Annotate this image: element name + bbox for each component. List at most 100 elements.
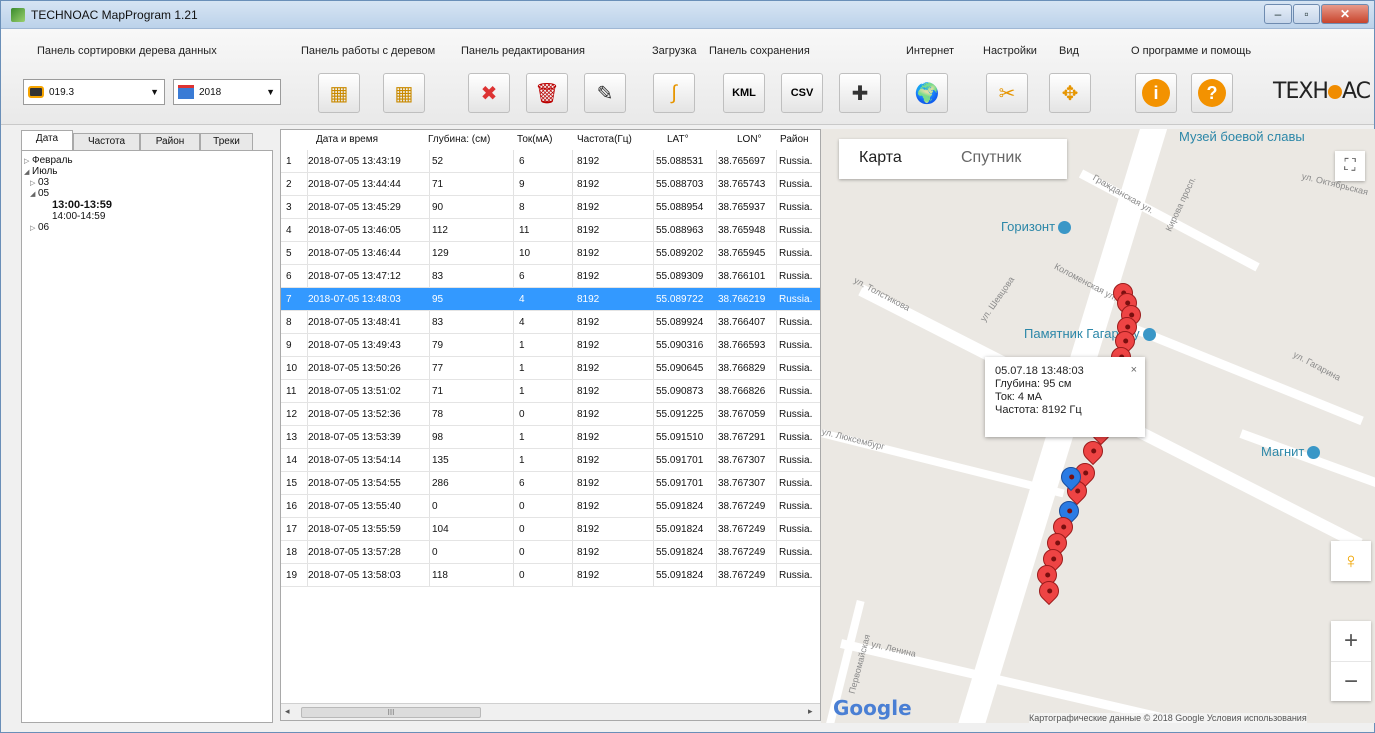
cell-lat: 55.090873 — [656, 386, 704, 397]
tree-node[interactable]: 14:00-14:59 — [22, 211, 272, 222]
cell-region: Russia. — [779, 524, 813, 535]
save-kml-button[interactable]: KML — [723, 73, 765, 113]
scroll-left-icon[interactable]: ◂ — [285, 706, 290, 717]
cell-cur: 4 — [519, 294, 525, 305]
horizontal-scrollbar[interactable]: ◂ III ▸ — [281, 703, 820, 720]
col-region[interactable]: Район — [780, 134, 820, 145]
table-row[interactable]: 3 2018-07-05 13:45:29 90 8 8192 55.088954 38.7… — [281, 196, 820, 219]
col-datetime[interactable]: Дата и время — [316, 134, 406, 145]
fullscreen-button[interactable]: ⛶ — [1335, 151, 1365, 181]
load-button[interactable]: ∫ — [653, 73, 695, 113]
cell-lon: 38.765743 — [718, 179, 766, 190]
tree-expand-button[interactable]: ▦ — [318, 73, 360, 113]
save-csv-button[interactable]: CSV — [781, 73, 823, 113]
col-current[interactable]: Ток(мА) — [517, 134, 572, 145]
close-button[interactable]: ✕ — [1321, 4, 1369, 24]
poi-magnit[interactable]: Магнит — [1261, 444, 1321, 460]
table-row[interactable]: 8 2018-07-05 13:48:41 83 4 8192 55.089924 38.7… — [281, 311, 820, 334]
map-attribution[interactable]: Картографические данные © 2018 Google Ус… — [1029, 713, 1307, 723]
table-row[interactable]: 17 2018-07-05 13:55:59 104 0 8192 55.091824 38… — [281, 518, 820, 541]
zoom-in-button[interactable]: + — [1331, 621, 1371, 661]
tree-node[interactable]: ▷ Февраль — [22, 155, 272, 166]
table-row[interactable]: 5 2018-07-05 13:46:44 129 10 8192 55.089202 38… — [281, 242, 820, 265]
table-row[interactable]: 18 2018-07-05 13:57:28 0 0 8192 55.091824 38.7… — [281, 541, 820, 564]
table-row[interactable]: 11 2018-07-05 13:51:02 71 1 8192 55.090873 38.… — [281, 380, 820, 403]
delete-marks-button[interactable]: ✖ — [468, 73, 510, 113]
tab-frequency[interactable]: Частота — [73, 133, 140, 151]
info-button[interactable]: i — [1135, 73, 1177, 113]
col-frequency[interactable]: Частота(Гц) — [577, 134, 647, 145]
cell-n: 5 — [286, 248, 292, 259]
table-row[interactable]: 16 2018-07-05 13:55:40 0 0 8192 55.091824 38.7… — [281, 495, 820, 518]
cell-freq: 8192 — [577, 363, 600, 374]
cell-cur: 0 — [519, 524, 525, 535]
poi-horizon[interactable]: Горизонт — [1001, 219, 1072, 235]
table-row[interactable]: 4 2018-07-05 13:46:05 112 11 8192 55.088963 38… — [281, 219, 820, 242]
view-button[interactable]: ✥ — [1049, 73, 1091, 113]
settings-button[interactable]: ✂ — [986, 73, 1028, 113]
minimize-button[interactable]: – — [1264, 4, 1292, 24]
year-combo[interactable]: 2018 ▼ — [173, 79, 281, 105]
zoom-out-button[interactable]: − — [1331, 661, 1371, 701]
tab-region[interactable]: Район — [140, 133, 200, 151]
table-row[interactable]: 12 2018-07-05 13:52:36 78 0 8192 55.091225 38.… — [281, 403, 820, 426]
table-row[interactable]: 15 2018-07-05 13:54:55 286 6 8192 55.091701 38… — [281, 472, 820, 495]
map-type-satellite[interactable]: Спутник — [961, 149, 1021, 167]
table-row[interactable]: 14 2018-07-05 13:54:14 135 1 8192 55.091701 38… — [281, 449, 820, 472]
data-table: Дата и время Глубина: (см) Ток(мА) Часто… — [280, 129, 821, 721]
col-lon[interactable]: LON° — [737, 134, 777, 145]
map-type-map[interactable]: Карта — [859, 149, 902, 167]
table-row[interactable]: 19 2018-07-05 13:58:03 118 0 8192 55.091824 38… — [281, 564, 820, 587]
map-add-icon: ✚ — [851, 82, 869, 105]
tree-node[interactable]: ◢ 05 — [22, 188, 272, 199]
poi-museum[interactable]: Музей боевой славы — [1179, 129, 1305, 144]
help-button[interactable]: ? — [1191, 73, 1233, 113]
table-row[interactable]: 2 2018-07-05 13:44:44 71 9 8192 55.088703 38.7… — [281, 173, 820, 196]
map-view[interactable]: Кирова просп. Гражданская ул. Коломенска… — [821, 129, 1375, 723]
cell-lat: 55.088963 — [656, 225, 704, 236]
delete-all-button[interactable]: 🗑 — [526, 73, 568, 113]
cell-lat: 55.089924 — [656, 317, 704, 328]
cell-dt: 2018-07-05 13:50:26 — [308, 363, 401, 374]
close-icon[interactable]: × — [1131, 364, 1137, 377]
tab-tracks[interactable]: Треки — [200, 133, 253, 151]
table-row[interactable]: 10 2018-07-05 13:50:26 77 1 8192 55.090645 38.… — [281, 357, 820, 380]
cell-region: Russia. — [779, 478, 813, 489]
table-row[interactable]: 9 2018-07-05 13:49:43 79 1 8192 55.090316 38.7… — [281, 334, 820, 357]
tree-collapse-button[interactable]: ▦ — [383, 73, 425, 113]
scroll-right-icon[interactable]: ▸ — [808, 706, 813, 717]
table-row[interactable]: 13 2018-07-05 13:53:39 98 1 8192 55.091510 38.… — [281, 426, 820, 449]
device-combo[interactable]: 019.3 ▼ — [23, 79, 165, 105]
zoom-control: + − — [1331, 621, 1371, 701]
scroll-thumb[interactable]: III — [301, 707, 481, 718]
maximize-button[interactable]: ▫ — [1293, 4, 1320, 24]
cell-depth: 78 — [432, 409, 444, 420]
help-icon: ? — [1198, 79, 1226, 107]
pegman-button[interactable]: ♀ — [1331, 541, 1371, 581]
road — [1239, 429, 1375, 490]
table-row[interactable]: 7 2018-07-05 13:48:03 95 4 8192 55.089722 38.7… — [281, 288, 820, 311]
table-row[interactable]: 1 2018-07-05 13:43:19 52 6 8192 55.088531 38.7… — [281, 150, 820, 173]
tree-node[interactable]: ◢ Июль — [22, 166, 272, 177]
cell-lat: 55.091225 — [656, 409, 704, 420]
cell-region: Russia. — [779, 455, 813, 466]
edit-map-button[interactable]: ✎ — [584, 73, 626, 113]
tree-expander-icon[interactable]: ▷ — [30, 223, 38, 234]
cell-depth: 104 — [432, 524, 449, 535]
col-depth[interactable]: Глубина: (см) — [428, 134, 513, 145]
cell-dt: 2018-07-05 13:52:36 — [308, 409, 401, 420]
table-row[interactable]: 6 2018-07-05 13:47:12 83 6 8192 55.089309 38.7… — [281, 265, 820, 288]
tree-node[interactable]: 13:00-13:59 — [22, 199, 272, 211]
tree-node[interactable]: ▷ 03 — [22, 177, 272, 188]
cell-region: Russia. — [779, 317, 813, 328]
cell-dt: 2018-07-05 13:49:43 — [308, 340, 401, 351]
save-add-button[interactable]: ✚ — [839, 73, 881, 113]
cell-cur: 0 — [519, 570, 525, 581]
tree-node[interactable]: ▷ 06 — [22, 222, 272, 233]
col-lat[interactable]: LAT° — [667, 134, 707, 145]
cell-dt: 2018-07-05 13:46:44 — [308, 248, 401, 259]
cell-lat: 55.089309 — [656, 271, 704, 282]
cell-lat: 55.089722 — [656, 294, 704, 305]
internet-button[interactable]: 🌍 — [906, 73, 948, 113]
tab-date[interactable]: Дата — [21, 130, 73, 151]
